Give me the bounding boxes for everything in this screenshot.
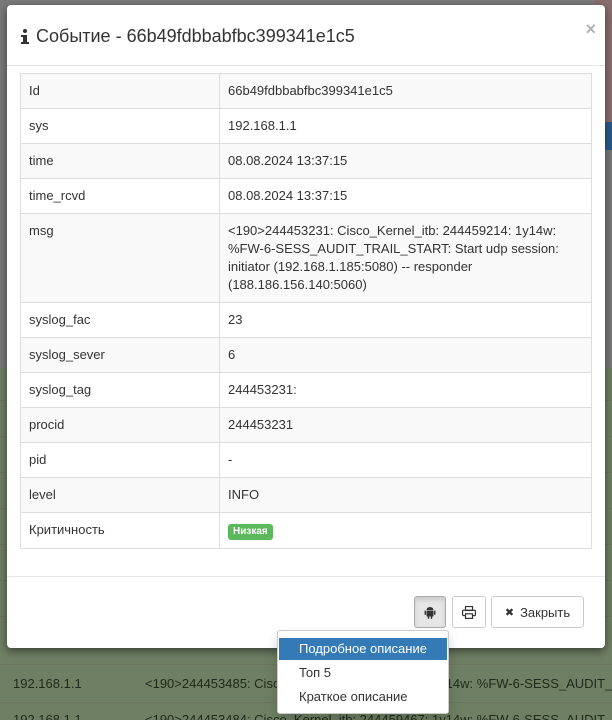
close-button-label: Закрыть: [520, 604, 571, 620]
detail-key: Критичность: [20, 512, 220, 549]
detail-row: syslog_sever 6: [20, 337, 592, 373]
print-icon: [462, 605, 476, 619]
detail-key: procid: [20, 407, 220, 443]
detail-value: 244453231: [219, 407, 592, 443]
detail-value: INFO: [219, 477, 592, 513]
severity-badge: Низкая: [228, 524, 273, 540]
detail-value: 08.08.2024 13:37:15: [219, 143, 592, 179]
print-button[interactable]: [452, 596, 486, 628]
detail-row: msg <190>244453231: Cisco_Kernel_itb: 244…: [20, 213, 592, 303]
modal-title-text: Событие - 66b49fdbbabfbc399341e1c5: [36, 26, 355, 46]
detail-row: procid 244453231: [20, 407, 592, 443]
detail-row: syslog_tag 244453231:: [20, 372, 592, 408]
background-row-ip[interactable]: 192.168.1.1: [13, 676, 82, 691]
detail-key: msg: [20, 213, 220, 303]
detail-value: 66b49fdbbabfbc399341e1c5: [219, 73, 592, 109]
modal-title: Событие - 66b49fdbbabfbc399341e1c5: [20, 26, 355, 47]
detail-value: 08.08.2024 13:37:15: [219, 178, 592, 214]
android-icon: [424, 606, 436, 619]
detail-key: time_rcvd: [20, 178, 220, 214]
detail-key: syslog_tag: [20, 372, 220, 408]
info-icon: [20, 28, 30, 46]
android-menu-button[interactable]: [414, 596, 446, 628]
event-details-table: Id 66b49fdbbabfbc399341e1c5 sys 192.168.1.1…: [20, 73, 592, 549]
detail-key: syslog_sever: [20, 337, 220, 373]
detail-value: <190>244453231: Cisco_Kernel_itb: 244459…: [219, 213, 592, 303]
detail-key: level: [20, 477, 220, 513]
detail-value: -: [219, 442, 592, 478]
detail-key: time: [20, 143, 220, 179]
detail-value: Низкая: [219, 512, 592, 549]
modal-header: Событие - 66b49fdbbabfbc399341e1c5 ×: [7, 5, 605, 66]
detail-row: sys 192.168.1.1: [20, 108, 592, 144]
detail-row: Id 66b49fdbbabfbc399341e1c5: [20, 73, 592, 109]
detail-key: Id: [20, 73, 220, 109]
detail-key: sys: [20, 108, 220, 144]
close-icon[interactable]: ×: [585, 19, 596, 39]
detail-value: 23: [219, 302, 592, 338]
event-modal: Событие - 66b49fdbbabfbc399341e1c5 × Id 6…: [7, 5, 605, 648]
background-row-ip[interactable]: 192.168.1.1: [13, 712, 82, 720]
menu-item-detailed-description[interactable]: Подробное описание: [279, 638, 447, 660]
detail-value: 6: [219, 337, 592, 373]
detail-row: syslog_fac 23: [20, 302, 592, 338]
detail-key: syslog_fac: [20, 302, 220, 338]
detail-row: time 08.08.2024 13:37:15: [20, 143, 592, 179]
detail-key: pid: [20, 442, 220, 478]
description-dropdown-menu: Подробное описание Топ 5 Краткое описани…: [277, 630, 449, 714]
detail-row: pid -: [20, 442, 592, 478]
detail-value: 192.168.1.1: [219, 108, 592, 144]
close-x-icon: ✖: [504, 606, 515, 619]
menu-item-short-description[interactable]: Краткое описание: [279, 686, 447, 708]
detail-row: level INFO: [20, 477, 592, 513]
close-button[interactable]: ✖ Закрыть: [491, 596, 584, 628]
detail-row: time_rcvd 08.08.2024 13:37:15: [20, 178, 592, 214]
detail-row: Критичность Низкая: [20, 512, 592, 549]
menu-item-top-5[interactable]: Топ 5: [279, 662, 447, 684]
detail-value: 244453231:: [219, 372, 592, 408]
